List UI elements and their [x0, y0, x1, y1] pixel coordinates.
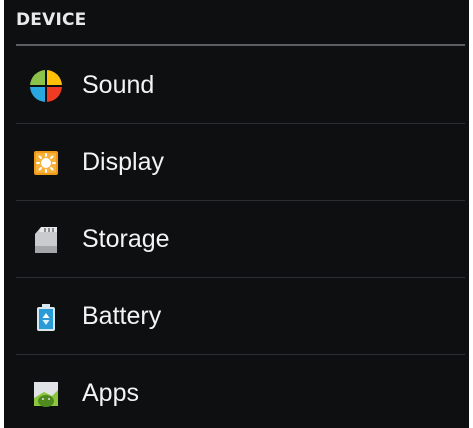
- settings-item-sound[interactable]: Sound: [4, 47, 469, 124]
- settings-list: Sound Display Storage Battery Apps: [4, 47, 469, 428]
- settings-item-storage[interactable]: Storage: [4, 201, 469, 278]
- settings-item-label: Sound: [82, 71, 155, 99]
- settings-item-apps[interactable]: Apps: [4, 355, 469, 428]
- section-header-device: DEVICE: [16, 10, 87, 30]
- settings-item-battery[interactable]: Battery: [4, 278, 469, 355]
- storage-icon: [26, 220, 66, 260]
- settings-item-display[interactable]: Display: [4, 124, 469, 201]
- section-divider: [16, 44, 465, 46]
- sound-icon: [26, 66, 66, 106]
- apps-icon: [26, 374, 66, 414]
- settings-item-label: Apps: [82, 379, 139, 407]
- display-icon: [26, 143, 66, 183]
- settings-item-label: Battery: [82, 302, 162, 330]
- settings-item-label: Storage: [82, 225, 170, 253]
- battery-icon: [26, 297, 66, 337]
- settings-screen: DEVICE Sound Display Storage Battery App…: [4, 0, 469, 428]
- settings-item-label: Display: [82, 148, 164, 176]
